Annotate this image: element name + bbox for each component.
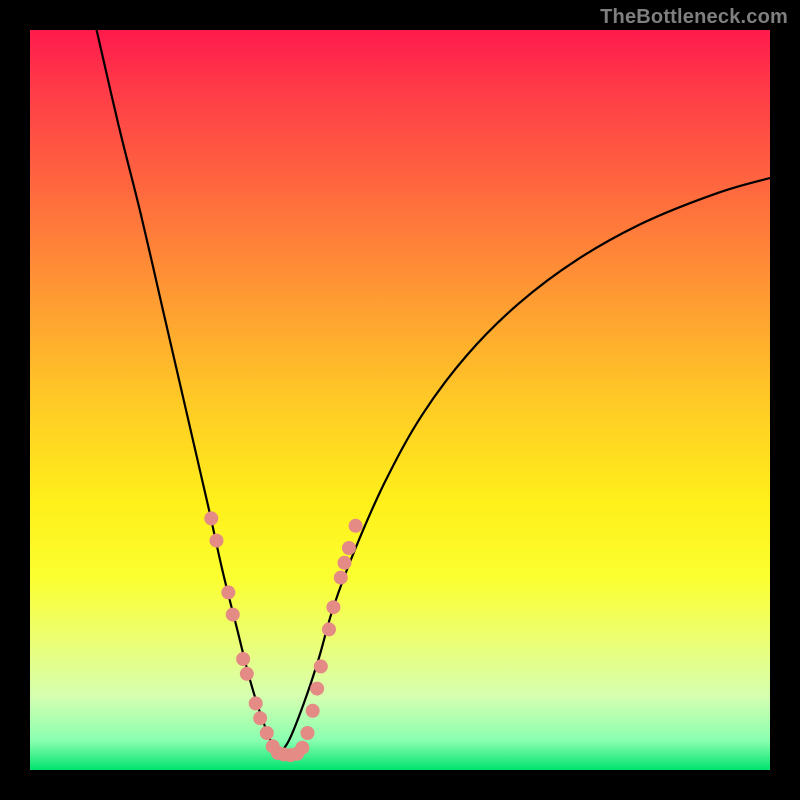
data-point	[253, 711, 267, 725]
data-point	[260, 726, 274, 740]
data-point	[249, 696, 263, 710]
data-point	[334, 571, 348, 585]
data-point	[314, 659, 328, 673]
plot-area	[30, 30, 770, 770]
watermark-text: TheBottleneck.com	[600, 6, 788, 29]
curve-layer	[97, 30, 770, 755]
data-point	[301, 726, 315, 740]
data-point	[204, 511, 218, 525]
data-point	[295, 741, 309, 755]
curve-right-curve	[278, 178, 770, 755]
data-point	[209, 534, 223, 548]
data-point	[236, 652, 250, 666]
data-point	[226, 608, 240, 622]
data-point	[322, 622, 336, 636]
data-point	[240, 667, 254, 681]
chart-svg	[30, 30, 770, 770]
data-point	[326, 600, 340, 614]
dot-layer	[204, 511, 362, 762]
data-point	[349, 519, 363, 533]
data-point	[306, 704, 320, 718]
curve-left-curve	[97, 30, 278, 755]
data-point	[221, 585, 235, 599]
data-point	[310, 682, 324, 696]
data-point	[338, 556, 352, 570]
data-point	[342, 541, 356, 555]
